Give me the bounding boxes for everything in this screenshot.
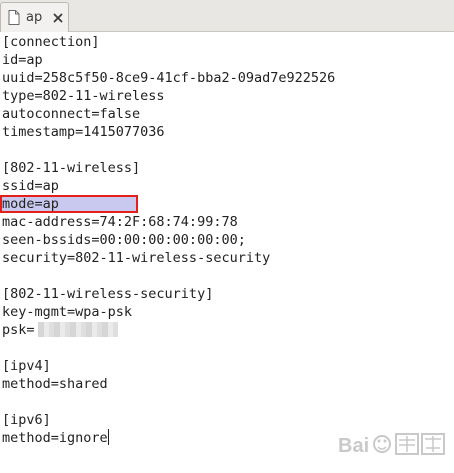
line-type: type=802-11-wireless: [2, 88, 165, 104]
text-cursor: [107, 429, 109, 445]
text-area[interactable]: [connection] id=ap uuid=258c5f50-8ce9-41…: [0, 33, 454, 473]
line-ipv6-header: [ipv6]: [2, 412, 51, 428]
line-wireless-security-header: [802-11-wireless-security]: [2, 286, 214, 302]
close-icon[interactable]: [52, 12, 64, 24]
ipv6-method-text: method=ignore: [2, 430, 108, 446]
line-ssid: ssid=ap: [2, 178, 59, 194]
line-key-mgmt: key-mgmt=wpa-psk: [2, 304, 133, 320]
line-seen-bssids: seen-bssids=00:00:00:00:00:00;: [2, 232, 246, 248]
line-mac-address: mac-address=74:2F:68:74:99:78: [2, 214, 238, 230]
psk-key: psk=: [2, 322, 35, 338]
line-ipv4-header: [ipv4]: [2, 358, 51, 374]
line-ipv4-method: method=shared: [2, 376, 108, 392]
text-editor-window: ap [connection] id=ap uuid=258c5f50-8ce9…: [0, 0, 454, 473]
tab-bar: ap: [0, 0, 454, 32]
line-id: id=ap: [2, 52, 43, 68]
tab-label: ap: [26, 10, 43, 25]
line-uuid: uuid=258c5f50-8ce9-41cf-bba2-09ad7e92252…: [2, 70, 336, 86]
line-mode: mode=ap: [2, 196, 59, 212]
line-autoconnect: autoconnect=false: [2, 106, 141, 122]
redacted-psk-value: [37, 322, 118, 337]
line-security: security=802-11-wireless-security: [2, 250, 271, 266]
line-ipv6-method: method=ignore: [2, 429, 109, 447]
document-icon: [8, 10, 20, 25]
svg-text:Bai: Bai: [338, 435, 369, 457]
line-timestamp: timestamp=1415077036: [2, 124, 165, 140]
line-wireless-header: [802-11-wireless]: [2, 160, 141, 176]
tab-ap[interactable]: ap: [0, 2, 69, 32]
baidu-watermark-logo: Bai: [338, 433, 445, 457]
line-psk: psk=: [2, 321, 118, 339]
line-connection-header: [connection]: [2, 34, 100, 50]
